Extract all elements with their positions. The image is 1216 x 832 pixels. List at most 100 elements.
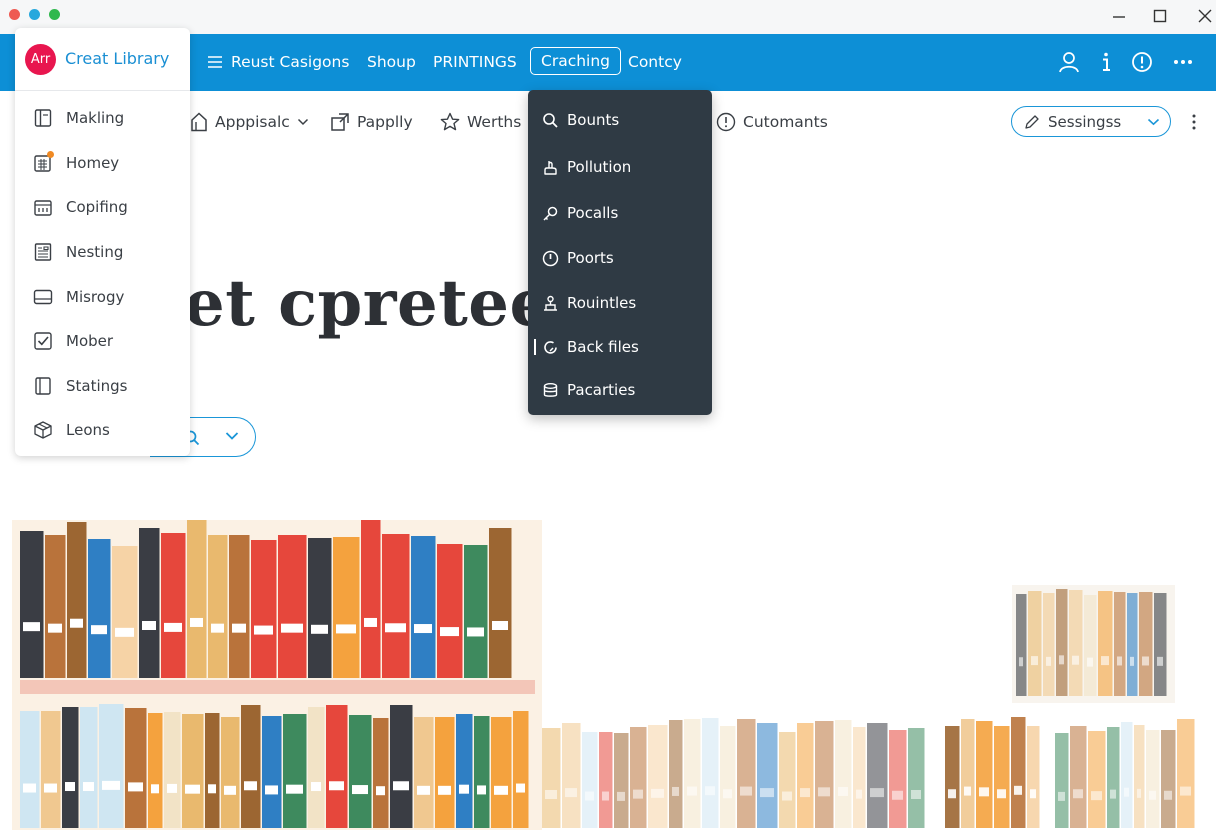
- close-window-dot[interactable]: [9, 9, 20, 20]
- book-spine: [1088, 731, 1106, 828]
- book-spine: [1149, 790, 1156, 800]
- book-spine: [254, 625, 273, 635]
- book-spine: [1016, 594, 1027, 696]
- session-select[interactable]: Sessingss: [1011, 106, 1171, 137]
- book-spine: [187, 520, 207, 678]
- book-spine: [494, 785, 508, 795]
- dropdown-item-bounts[interactable]: Bounts: [542, 109, 619, 131]
- menu-icon[interactable]: [207, 55, 223, 69]
- book-spine: [70, 618, 83, 628]
- book-spine: [889, 730, 907, 828]
- dropdown-item-pocalls[interactable]: Pocalls: [542, 202, 618, 224]
- sidebar-item-leons[interactable]: Leons: [33, 418, 110, 442]
- dropdown-item-pollution[interactable]: Pollution: [542, 156, 631, 178]
- dropdown-item-label: Back files: [567, 338, 639, 356]
- book-spine: [892, 790, 903, 800]
- book-spine: [1056, 589, 1068, 696]
- dropdown-item-back-files[interactable]: Back files: [542, 336, 639, 358]
- toolbar-item-label: Apppisalc: [215, 113, 290, 131]
- more-icon[interactable]: [1171, 50, 1195, 74]
- book-spine: [464, 545, 488, 678]
- book-spine: [283, 714, 307, 828]
- book-spine: [1046, 656, 1051, 666]
- book-spine: [994, 726, 1010, 828]
- book-spine: [945, 726, 960, 828]
- sidebar-menu: Arr Creat Library Makling Homey Copifing…: [15, 28, 190, 456]
- book-spine: [349, 715, 372, 828]
- book-spine: [948, 789, 956, 799]
- nav-item-printings[interactable]: PRINTINGS: [433, 51, 517, 73]
- toolbar-item-apppisalc[interactable]: Apppisalc: [190, 112, 309, 132]
- book-spine: [364, 617, 377, 627]
- book-spine: [278, 535, 307, 678]
- dropdown-item-pacarties[interactable]: Pacarties: [542, 379, 635, 401]
- sidebar-item-label: Misrogy: [66, 288, 125, 306]
- toolbar-more-icon[interactable]: [1187, 112, 1201, 132]
- book-spine: [438, 785, 451, 795]
- maximize-icon[interactable]: [1147, 4, 1173, 28]
- sidebar-item-statings[interactable]: Statings: [33, 374, 128, 398]
- book-spine: [870, 788, 884, 798]
- book-spine: [545, 790, 557, 799]
- zoom-window-dot[interactable]: [49, 9, 60, 20]
- sidebar-item-misrogy[interactable]: Misrogy: [33, 285, 124, 309]
- dropdown-item-poorts[interactable]: Poorts: [542, 247, 614, 269]
- sidebar-item-makling[interactable]: Makling: [33, 106, 124, 130]
- book-spine: [262, 716, 282, 828]
- book-spine: [737, 719, 756, 828]
- book-spine: [614, 733, 629, 828]
- book-spine: [1055, 733, 1069, 828]
- toolbar-item-werths[interactable]: Werths: [440, 112, 521, 132]
- sidebar-item-copifing[interactable]: Copifing: [33, 195, 128, 219]
- book-spine: [164, 712, 181, 828]
- book-spine: [142, 621, 156, 630]
- book-spine: [1059, 655, 1064, 665]
- book-spine: [961, 719, 975, 828]
- book-spine: [1124, 787, 1129, 797]
- book-spine: [1164, 790, 1172, 800]
- book-spine: [83, 782, 94, 792]
- sidebar-item-nesting[interactable]: Nesting: [33, 240, 123, 264]
- book-spine: [44, 783, 57, 793]
- nav-item-shoup[interactable]: Shoup: [367, 51, 416, 73]
- toolbar-item-papplly[interactable]: Papplly: [330, 112, 413, 132]
- dropdown-item-rouintles[interactable]: Rouintles: [542, 292, 636, 314]
- alert-circle-icon: [716, 112, 736, 132]
- binder-icon: [35, 377, 51, 395]
- user-icon[interactable]: [1057, 50, 1081, 74]
- alert-icon[interactable]: [1130, 50, 1154, 74]
- book-spine: [477, 785, 486, 795]
- book-spine: [1101, 656, 1109, 666]
- minimize-window-dot[interactable]: [29, 9, 40, 20]
- book-spine: [102, 780, 120, 790]
- book-spine: [326, 705, 348, 828]
- close-icon[interactable]: [1192, 4, 1216, 28]
- checkbox-icon: [34, 332, 52, 350]
- shelf-board: [20, 680, 535, 694]
- book-spine: [1070, 726, 1087, 828]
- sidebar-item-mober[interactable]: Mober: [33, 329, 113, 353]
- toolbar-item-label: Papplly: [357, 113, 413, 131]
- nav-item-reust-casigons[interactable]: Reust Casigons: [231, 51, 349, 73]
- brand-logo: Arr: [25, 44, 56, 75]
- sidebar-item-homey[interactable]: Homey: [33, 151, 119, 175]
- brand-header[interactable]: Arr Creat Library: [15, 28, 190, 91]
- sidebar-item-label: Statings: [66, 377, 128, 395]
- book-spine: [115, 627, 134, 637]
- clock-icon: [542, 250, 559, 266]
- minimize-icon[interactable]: [1106, 4, 1132, 28]
- dropdown-item-label: Bounts: [567, 111, 620, 129]
- book-spine: [382, 534, 410, 678]
- nav-item-contcy[interactable]: Contcy: [628, 51, 682, 73]
- book-spine: [251, 540, 277, 678]
- info-icon[interactable]: [1094, 50, 1118, 74]
- book-spine: [800, 788, 810, 798]
- book-spine: [1130, 656, 1134, 666]
- chevron-down-icon[interactable]: [225, 431, 239, 441]
- book-spine: [411, 536, 436, 678]
- book-spine: [190, 617, 203, 627]
- book-spine: [65, 782, 75, 792]
- nav-item-craching[interactable]: Craching: [530, 47, 622, 75]
- toolbar-item-cutomants[interactable]: Cutomants: [716, 112, 828, 132]
- tag-icon: [191, 112, 207, 132]
